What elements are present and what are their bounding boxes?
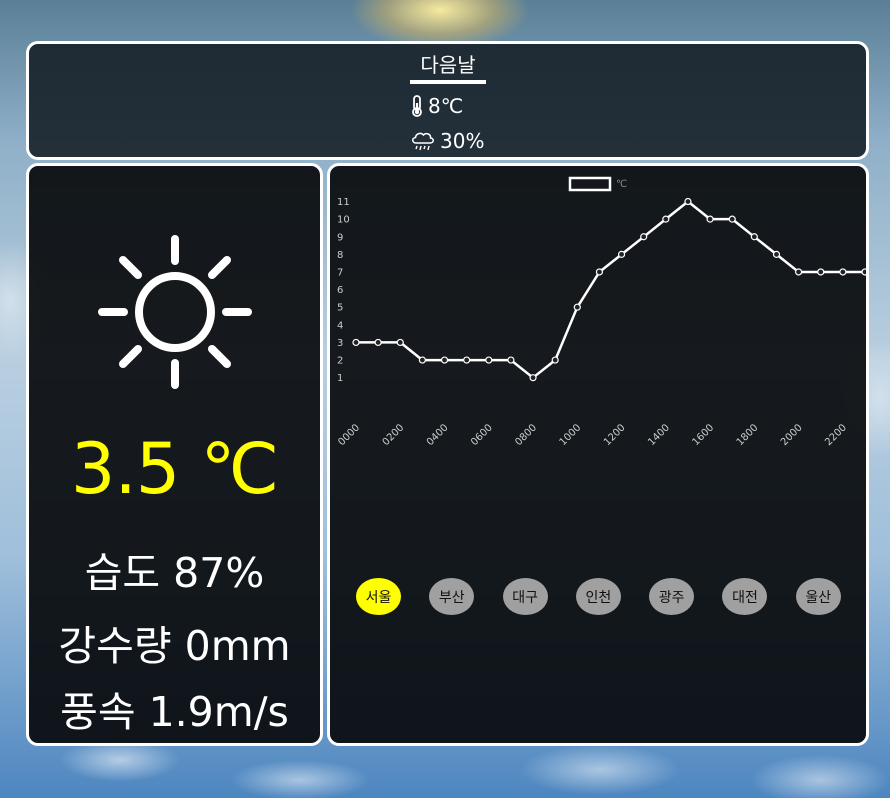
x-tick-label: 0000: [336, 422, 362, 448]
city-button-4[interactable]: 광주: [649, 578, 695, 615]
x-tick-label: 1600: [690, 422, 716, 448]
y-tick-label: 1: [337, 373, 343, 384]
x-tick-label: 0600: [469, 422, 495, 448]
data-point[interactable]: [861, 268, 866, 276]
y-tick-label: 2: [337, 356, 343, 367]
data-point[interactable]: [640, 233, 648, 241]
hourly-temperature-chart: ℃ 1 2 3 4 5 6 7 8 9 10 11 0000 0200 0400 0600 0800 1000…: [336, 176, 866, 448]
y-tick-label: 6: [337, 285, 343, 296]
legend-label: ℃: [616, 179, 627, 190]
y-axis-ticks: 1 2 3 4 5 6 7 8 9 10 11: [337, 197, 350, 384]
temperature-chart-panel: ℃ 1 2 3 4 5 6 7 8 9 10 11 0000 0200 0400 0600 0800 1000…: [327, 163, 869, 746]
data-point[interactable]: [706, 215, 714, 223]
x-tick-label: 0800: [513, 422, 539, 448]
x-tick-label: 1400: [646, 422, 672, 448]
forecast-temperature-row: 8℃: [410, 94, 463, 118]
rain-cloud-icon: [412, 132, 434, 151]
data-point[interactable]: [463, 356, 471, 364]
sun-icon: [98, 235, 252, 389]
humidity-value: 습도 87%: [84, 549, 265, 597]
forecast-rain-row: 30%: [410, 129, 484, 153]
data-point[interactable]: [750, 233, 758, 241]
forecast-rain-probability: 30%: [440, 129, 485, 153]
data-point[interactable]: [817, 268, 825, 276]
x-tick-label: 1800: [735, 422, 761, 448]
current-weather-panel: 3.5 ℃ 습도 87% 강수량 0mm 풍속 1.9m/s: [26, 163, 323, 746]
city-button-0[interactable]: 서울: [356, 578, 401, 615]
data-point[interactable]: [839, 268, 847, 276]
x-tick-label: 2000: [779, 422, 805, 448]
thermometer-icon: [412, 95, 422, 117]
city-button-2[interactable]: 대구: [502, 578, 548, 615]
y-tick-label: 10: [337, 215, 350, 226]
data-point[interactable]: [507, 356, 515, 364]
city-selector: 서울 부산 대구 인천 광주 대전 울산: [356, 578, 869, 615]
y-tick-label: 3: [337, 338, 343, 349]
city-button-5[interactable]: 대전: [722, 578, 768, 615]
data-point[interactable]: [551, 356, 559, 364]
data-point[interactable]: [440, 356, 449, 364]
y-tick-label: 11: [337, 197, 350, 208]
x-tick-label: 0400: [425, 422, 451, 448]
y-tick-label: 9: [337, 232, 343, 243]
y-tick-label: 8: [337, 250, 343, 261]
x-tick-label: 1200: [602, 422, 628, 448]
y-tick-label: 7: [337, 267, 343, 278]
data-point[interactable]: [352, 338, 360, 347]
y-tick-label: 4: [337, 320, 343, 331]
x-tick-label: 2200: [823, 422, 849, 448]
data-point[interactable]: [772, 250, 781, 258]
city-button-6[interactable]: 울산: [795, 578, 841, 615]
data-point[interactable]: [617, 250, 626, 258]
legend-swatch[interactable]: [568, 176, 612, 192]
forecast-temperature: 8℃: [428, 94, 464, 118]
y-tick-label: 5: [337, 303, 343, 314]
precipitation-value: 강수량 0mm: [58, 622, 291, 670]
x-tick-label: 0200: [381, 422, 407, 448]
data-point[interactable]: [374, 338, 382, 347]
data-point[interactable]: [684, 197, 692, 206]
city-button-3[interactable]: 인천: [575, 578, 621, 615]
data-point[interactable]: [418, 356, 426, 364]
forecast-title: 다음날: [410, 49, 486, 84]
data-point[interactable]: [662, 215, 670, 223]
city-button-1[interactable]: 부산: [429, 578, 475, 615]
data-point[interactable]: [728, 215, 736, 223]
data-point[interactable]: [485, 356, 493, 364]
wind-speed-value: 풍속 1.9m/s: [60, 688, 289, 736]
x-tick-label: 1000: [558, 422, 584, 448]
data-point[interactable]: [529, 374, 537, 382]
x-axis-ticks: 0000 0200 0400 0600 0800 1000 1200 1400 1600 1800…: [336, 422, 849, 448]
temperature-points: [352, 197, 866, 382]
forecast-panel: 다음날 8℃ 30%: [26, 41, 869, 160]
data-point[interactable]: [573, 303, 581, 311]
current-temperature: 3.5 ℃: [70, 428, 279, 510]
data-point[interactable]: [396, 338, 404, 347]
temperature-series-line: [356, 200, 865, 379]
data-point[interactable]: [795, 268, 803, 276]
data-point[interactable]: [595, 268, 604, 276]
